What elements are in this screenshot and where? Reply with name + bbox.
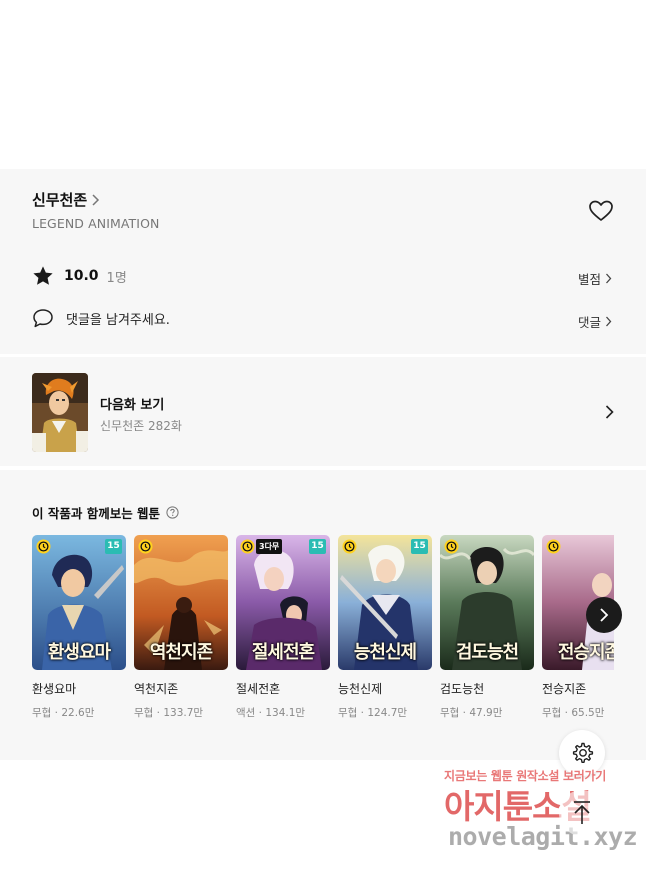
chevron-right-icon	[605, 405, 614, 419]
chevron-right-icon	[600, 608, 609, 622]
clock-icon	[138, 539, 153, 554]
clock-icon	[444, 539, 459, 554]
chevron-right-icon	[606, 273, 612, 284]
next-episode-label: 다음화 보기	[100, 398, 165, 413]
cover-title: 검도능천	[455, 642, 519, 663]
scroll-top-button[interactable]	[559, 790, 605, 836]
series-title-link[interactable]: 신무천존	[32, 189, 100, 210]
recommendations-section: 이 작품과 함께보는 웹툰 15 환생요마 환생요마 무협 · 22.6만 역천…	[0, 470, 646, 760]
comment-prompt: 댓글을 남겨주세요.	[66, 312, 170, 328]
comment-icon	[33, 309, 53, 328]
viewer-blank-area	[0, 0, 646, 169]
cover-title: 환생요마	[47, 642, 111, 663]
recommendations-title: 이 작품과 함께보는 웹툰	[32, 506, 161, 521]
cover-title: 능천신제	[353, 642, 417, 663]
series-author: LEGEND ANIMATION	[32, 216, 160, 231]
age-rating-badge: 15	[105, 539, 122, 554]
recommendation-card[interactable]: 역천지존 역천지존 무협 · 133.7만	[134, 535, 228, 720]
recommendations-header: 이 작품과 함께보는 웹툰	[32, 503, 179, 522]
rate-link-label: 별점	[577, 272, 601, 287]
recommendation-thumbnail: 15 능천신제	[338, 535, 432, 670]
cover-title: 전승지존	[557, 642, 614, 663]
chevron-right-icon	[92, 193, 100, 206]
recommendation-card[interactable]: 3다무 15 절세전혼 절세전혼 액션 · 134.1만	[236, 535, 330, 720]
recommendation-card[interactable]: 15 환생요마 환생요마 무협 · 22.6만	[32, 535, 126, 720]
age-rating-badge: 15	[309, 539, 326, 554]
rating-count: 1명	[106, 270, 127, 286]
watermark-url: novelagit.xyz	[448, 822, 638, 851]
recommendation-meta: 무협 · 47.9만	[440, 707, 503, 719]
clock-icon	[546, 539, 561, 554]
recommendation-title: 능천신제	[338, 682, 383, 696]
recommendation-meta: 무협 · 133.7만	[134, 707, 204, 719]
clock-icon	[36, 539, 51, 554]
cover-title: 절세전혼	[251, 642, 315, 663]
recommendation-meta: 무협 · 124.7만	[338, 707, 408, 719]
comment-link-label: 댓글	[577, 315, 601, 330]
age-rating-badge: 15	[411, 539, 428, 554]
viewer-page: 신무천존 LEGEND ANIMATION 10.0 1명 별점 댓글을 남겨주…	[0, 0, 646, 876]
gear-icon	[572, 742, 594, 763]
recommendation-card[interactable]: 검도능천 검도능천 무협 · 47.9만	[440, 535, 534, 720]
recommendation-title: 절세전혼	[236, 682, 281, 696]
next-episode-subtitle: 신무천존 282화	[100, 419, 182, 433]
clock-icon	[342, 539, 357, 554]
comment-prompt-row[interactable]: 댓글을 남겨주세요.	[32, 308, 170, 328]
help-icon[interactable]	[166, 506, 179, 519]
arrow-up-icon	[574, 801, 590, 824]
rating-score: 10.0	[64, 268, 99, 284]
recommendation-meta: 무협 · 65.5만	[542, 707, 605, 719]
next-episode-card[interactable]: 다음화 보기 신무천존 282화	[0, 357, 646, 466]
comment-link[interactable]: 댓글	[578, 312, 612, 331]
chevron-right-icon	[606, 316, 612, 327]
recommendation-thumbnail: 15 환생요마	[32, 535, 126, 670]
recommendation-card[interactable]: 15 능천신제 능천신제 무협 · 124.7만	[338, 535, 432, 720]
recommendation-thumbnail: 검도능천	[440, 535, 534, 670]
carousel-next-button[interactable]	[586, 597, 622, 633]
cover-title: 역천지존	[149, 642, 213, 663]
recommendation-title: 환생요마	[32, 682, 77, 696]
recommendation-title: 역천지존	[134, 682, 179, 696]
recommendation-title: 검도능천	[440, 682, 485, 696]
recommendation-meta: 무협 · 22.6만	[32, 707, 95, 719]
clock-icon	[240, 539, 255, 554]
star-icon	[33, 266, 53, 285]
recommendation-thumbnail: 역천지존	[134, 535, 228, 670]
recommendation-thumbnail: 3다무 15 절세전혼	[236, 535, 330, 670]
series-info-section: 신무천존 LEGEND ANIMATION 10.0 1명 별점 댓글을 남겨주…	[0, 169, 646, 354]
recommendations-list: 15 환생요마 환생요마 무협 · 22.6만 역천지존 역천지존 무협 · 1…	[32, 535, 614, 725]
next-episode-thumbnail	[32, 373, 88, 452]
series-title: 신무천존	[32, 191, 88, 209]
rate-link[interactable]: 별점	[578, 269, 612, 288]
recommendation-meta: 액션 · 134.1만	[236, 707, 306, 719]
recommendation-title: 전승지존	[542, 682, 587, 696]
settings-button[interactable]	[559, 730, 605, 776]
heart-icon[interactable]	[588, 199, 614, 223]
wait-free-badge: 3다무	[256, 539, 283, 554]
rating-row: 10.0 1명	[32, 265, 127, 287]
